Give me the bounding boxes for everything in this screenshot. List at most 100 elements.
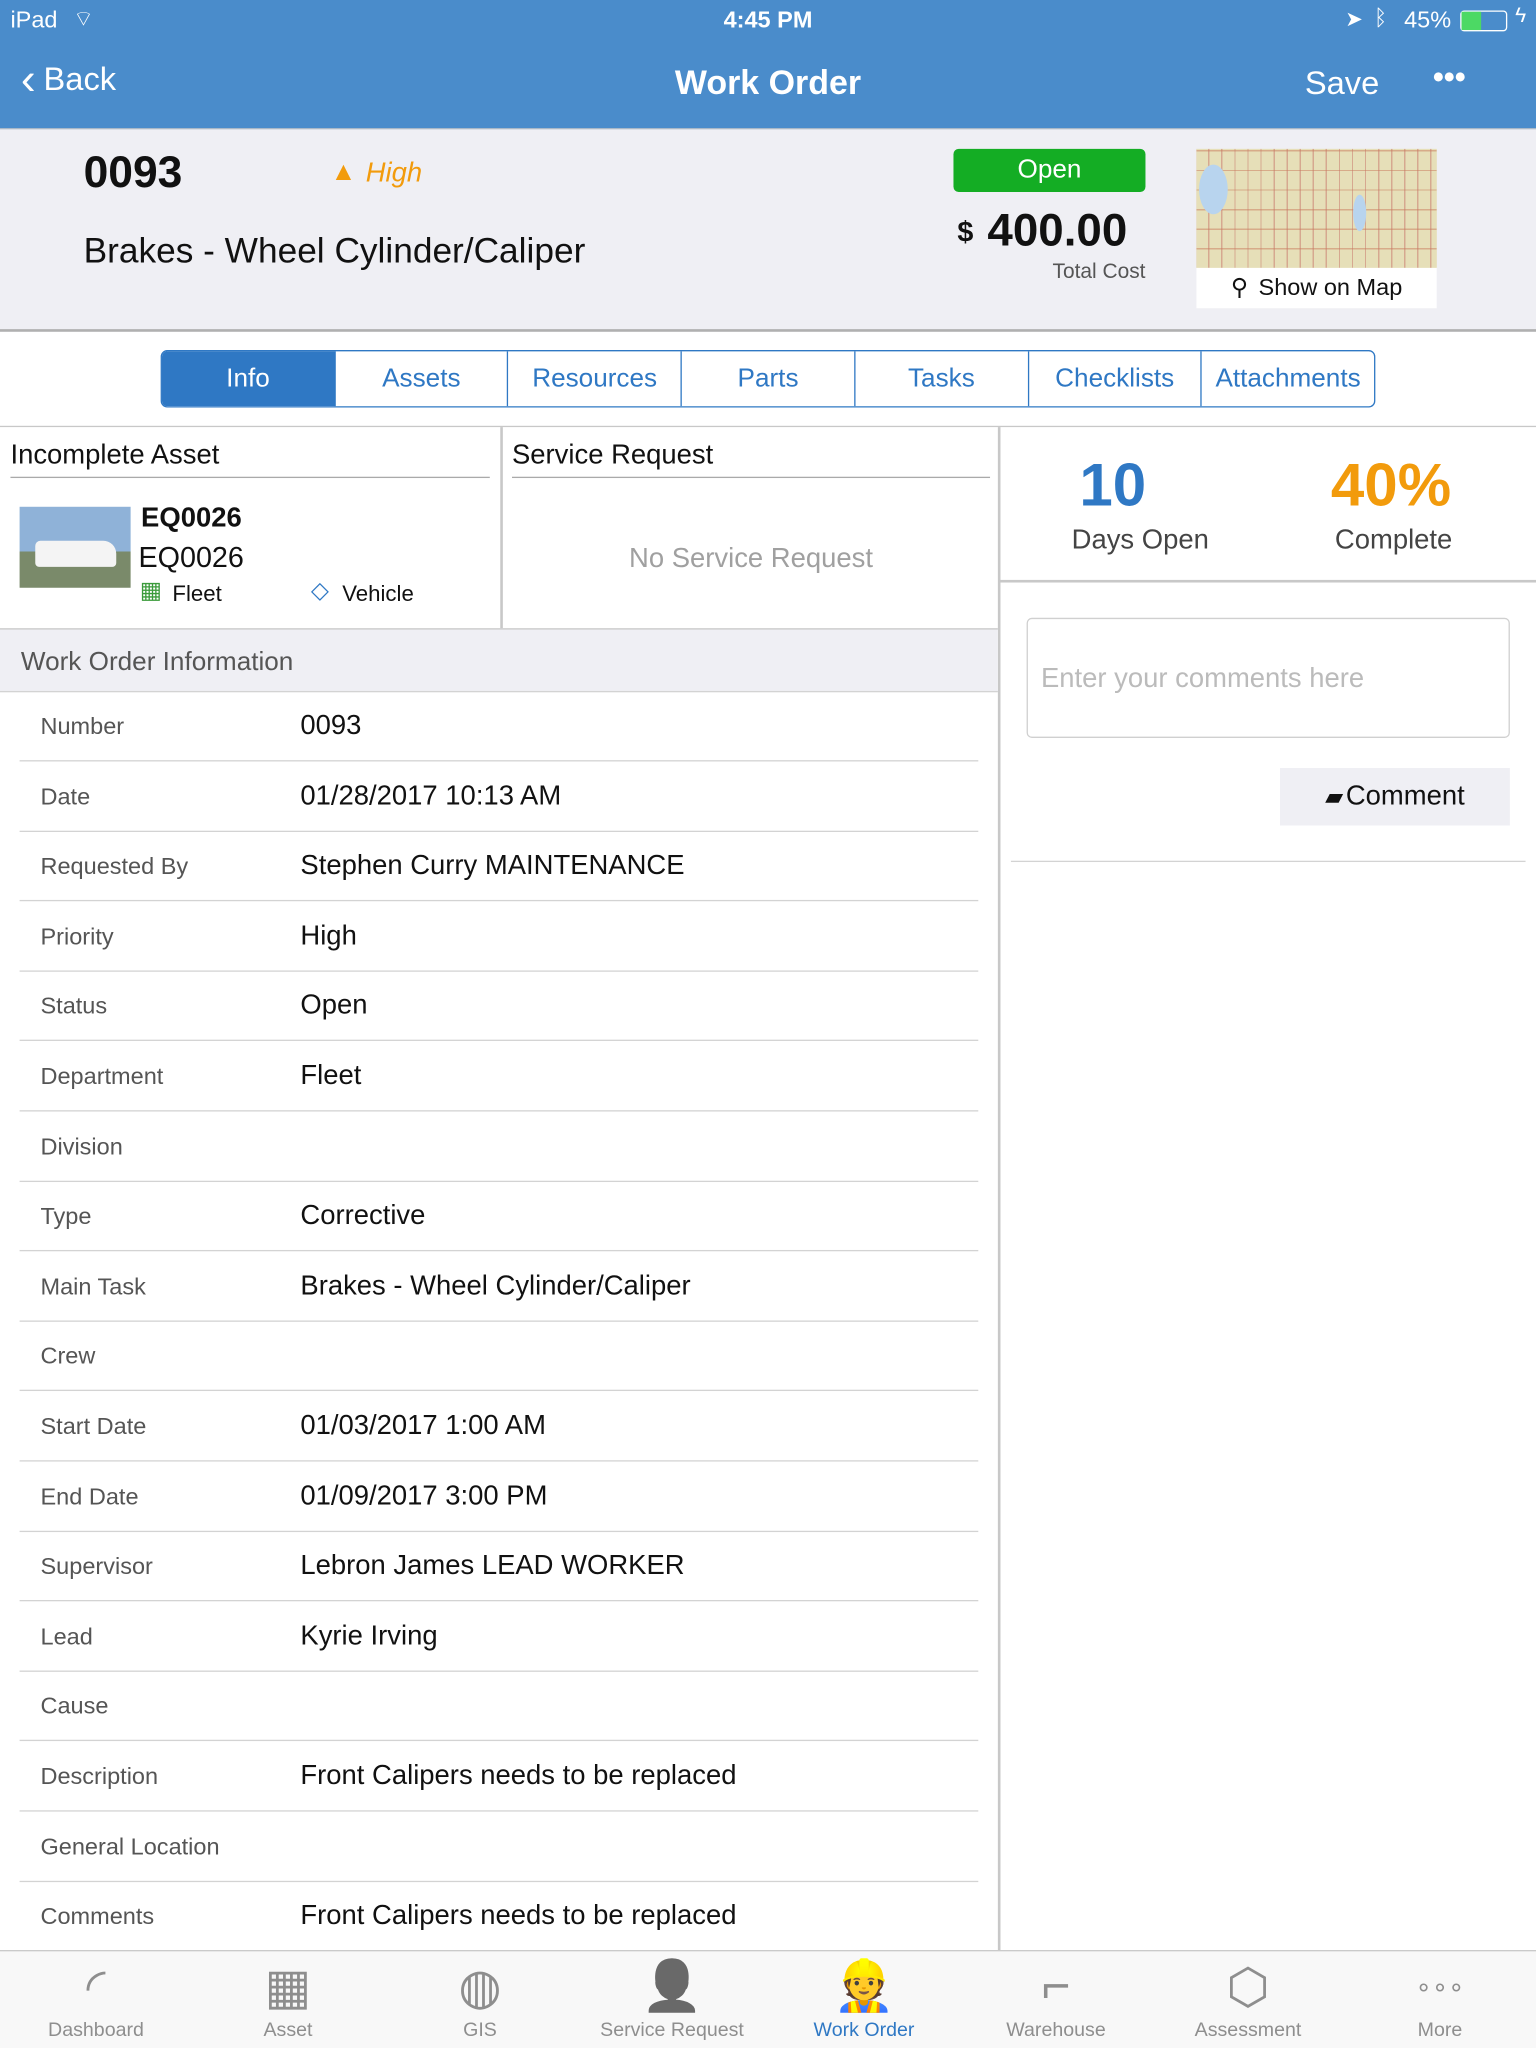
field-label: Requested By xyxy=(40,853,189,880)
tab-label: Work Order xyxy=(813,2019,915,2042)
field-label: Type xyxy=(40,1203,92,1230)
asset-id[interactable]: EQ0026 xyxy=(141,503,242,534)
bottom-tab-bar: ◜ Dashboard ▦ Asset ◍ GIS 👤 Service Request 👷 Wor… xyxy=(0,1950,1536,2048)
map-thumbnail[interactable]: ⚲ Show on Map xyxy=(1196,148,1437,309)
no-service-request-text: No Service Request xyxy=(629,543,873,574)
map-image xyxy=(1196,148,1437,268)
total-cost: 400.00 xyxy=(987,205,1128,256)
info-row-start-date: Start Date 01/03/2017 1:00 AM xyxy=(19,1391,979,1462)
charging-icon: ϟ xyxy=(1515,5,1527,28)
field-value: Fleet xyxy=(300,1060,362,1091)
work-order-title: Brakes - Wheel Cylinder/Caliper xyxy=(83,231,586,271)
info-row-requested-by: Requested By Stephen Curry MAINTENANCE xyxy=(19,831,979,902)
clock: 4:45 PM xyxy=(723,6,813,33)
field-label: Comments xyxy=(40,1903,155,1930)
field-value: Stephen Curry MAINTENANCE xyxy=(300,850,685,881)
asset-photo[interactable] xyxy=(19,506,131,588)
comment-button-label: Comment xyxy=(1345,781,1465,812)
nav-bar: iPad ⌔ 4:45 PM ➤ ᛒ 45% ϟ ‹ Back Work Ord… xyxy=(0,0,1536,128)
info-row-end-date: End Date 01/09/2017 3:00 PM xyxy=(19,1461,979,1532)
priority-warning-icon: ▲ xyxy=(330,158,357,187)
tab-attachments[interactable]: Attachments xyxy=(1202,351,1374,406)
tab-more[interactable]: ∘∘∘ More xyxy=(1344,1951,1536,2048)
tab-work-order[interactable]: 👷 Work Order xyxy=(768,1951,960,2048)
tab-tasks[interactable]: Tasks xyxy=(855,351,1029,407)
info-row-division: Division xyxy=(19,1111,979,1182)
tab-asset[interactable]: ▦ Asset xyxy=(192,1951,384,2048)
service-request-heading: Service Request xyxy=(511,440,714,471)
divider xyxy=(997,427,1000,1951)
info-row-description: Description Front Calipers needs to be re… xyxy=(19,1741,979,1812)
comment-button[interactable]: ▰ Comment xyxy=(1279,767,1510,826)
info-row-cause: Cause xyxy=(19,1671,979,1742)
field-value: Front Calipers needs to be replaced xyxy=(300,1900,737,1931)
tag-icon: ◇ xyxy=(310,577,329,604)
map-pin-icon: ⚲ xyxy=(1230,274,1249,301)
field-value: Kyrie Irving xyxy=(300,1620,438,1651)
tab-warehouse[interactable]: ⌐ Warehouse xyxy=(960,1951,1152,2048)
field-value: 01/03/2017 1:00 AM xyxy=(300,1410,546,1441)
field-value: 01/09/2017 3:00 PM xyxy=(300,1480,548,1511)
save-button[interactable]: Save xyxy=(1305,65,1379,103)
field-label: Supervisor xyxy=(40,1553,153,1580)
info-row-status: Status Open xyxy=(19,971,979,1042)
field-label: Division xyxy=(40,1133,123,1160)
work-order-header: 0093 ▲ High Brakes - Wheel Cylinder/Cali… xyxy=(0,127,1536,332)
field-label: Priority xyxy=(40,923,114,950)
total-cost-label: Total Cost xyxy=(1052,261,1146,284)
more-icon: ∘∘∘ xyxy=(1415,1972,1465,2002)
more-options-button[interactable]: ••• xyxy=(1433,60,1466,97)
building-icon: ▦ xyxy=(139,577,162,604)
field-label: Status xyxy=(40,993,108,1020)
tab-label: More xyxy=(1417,2019,1463,2042)
person-chat-icon: 👤 xyxy=(641,1959,703,2015)
field-label: Start Date xyxy=(40,1413,147,1440)
field-label: Date xyxy=(40,783,91,810)
field-value: 0093 xyxy=(300,710,362,741)
tab-resources[interactable]: Resources xyxy=(509,351,682,407)
field-value: Corrective xyxy=(300,1200,426,1231)
work-order-number: 0093 xyxy=(83,147,183,198)
tab-label: Asset xyxy=(263,2019,313,2042)
divider xyxy=(1010,860,1526,863)
info-row-supervisor: Supervisor Lebron James LEAD WORKER xyxy=(19,1531,979,1602)
info-row-lead: Lead Kyrie Irving xyxy=(19,1601,979,1672)
info-row-type: Type Corrective xyxy=(19,1181,979,1252)
building-icon: ▦ xyxy=(264,1959,312,2015)
info-row-department: Department Fleet xyxy=(19,1041,979,1112)
info-row-crew: Crew xyxy=(19,1321,979,1392)
field-label: End Date xyxy=(40,1483,139,1510)
tab-assessment[interactable]: ⬡ Assessment xyxy=(1152,1951,1344,2048)
field-value: Front Calipers needs to be replaced xyxy=(300,1760,737,1791)
show-on-map-button[interactable]: Show on Map xyxy=(1259,274,1403,301)
percent-complete-label: Complete xyxy=(1334,525,1453,556)
comment-placeholder: Enter your comments here xyxy=(1040,663,1365,694)
field-label: Cause xyxy=(40,1693,109,1720)
days-open-value: 10 xyxy=(1079,450,1147,519)
asset-name: EQ0026 xyxy=(138,540,244,574)
field-label: Crew xyxy=(40,1343,96,1370)
globe-pin-icon: ◍ xyxy=(458,1959,502,2015)
info-row-main-task: Main Task Brakes - Wheel Cylinder/Caliper xyxy=(19,1251,979,1322)
tab-assets[interactable]: Assets xyxy=(335,351,509,407)
divider xyxy=(999,579,1536,582)
divider xyxy=(511,476,991,479)
tab-label: Warehouse xyxy=(1006,2019,1106,2042)
tab-info[interactable]: Info xyxy=(161,351,336,407)
location-icon: ➤ xyxy=(1345,9,1363,32)
comment-input[interactable]: Enter your comments here xyxy=(1026,617,1510,738)
info-row-number: Number 0093 xyxy=(19,691,979,762)
tab-service-request[interactable]: 👤 Service Request xyxy=(576,1951,768,2048)
priority-label: High xyxy=(365,158,423,189)
status-badge: Open xyxy=(953,148,1146,192)
tab-parts[interactable]: Parts xyxy=(682,351,856,407)
tab-bar: Info Assets Resources Parts Tasks Checkl… xyxy=(160,350,1376,408)
tab-gis[interactable]: ◍ GIS xyxy=(384,1951,576,2048)
info-row-comments: Comments Front Calipers needs to be repla… xyxy=(19,1881,979,1952)
divider xyxy=(10,476,490,479)
field-value: 01/28/2017 10:13 AM xyxy=(300,780,562,811)
work-order-info-header: Work Order Information xyxy=(0,628,998,693)
tab-dashboard[interactable]: ◜ Dashboard xyxy=(0,1951,192,2048)
tab-label: Assessment xyxy=(1194,2019,1302,2042)
tab-checklists[interactable]: Checklists xyxy=(1029,351,1203,407)
